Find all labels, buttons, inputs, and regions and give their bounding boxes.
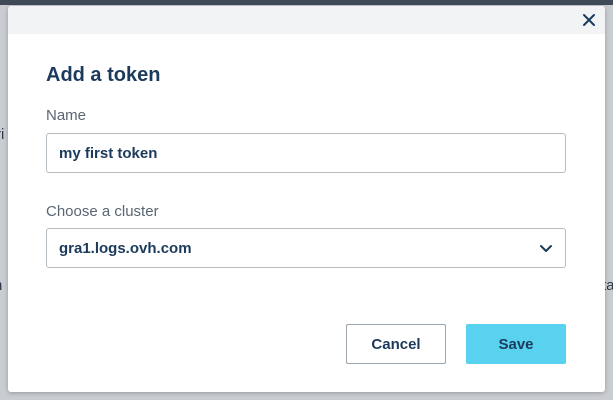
cluster-select[interactable]: gra1.logs.ovh.com <box>46 228 566 268</box>
modal-title: Add a token <box>46 64 161 86</box>
cancel-button[interactable]: Cancel <box>346 324 446 364</box>
name-input-value: my first token <box>59 145 158 162</box>
background-text-fragment: ri <box>0 126 5 143</box>
modal-header <box>8 6 605 34</box>
close-icon[interactable] <box>581 12 597 28</box>
add-token-modal: Add a token Name my first token Choose a… <box>8 6 605 392</box>
cluster-field-label: Choose a cluster <box>46 203 159 220</box>
name-input[interactable]: my first token <box>46 133 566 173</box>
name-field-label: Name <box>46 107 87 124</box>
save-button[interactable]: Save <box>466 324 566 364</box>
cluster-select-value: gra1.logs.ovh.com <box>59 240 192 257</box>
chevron-down-icon <box>539 241 553 255</box>
page-header-bar <box>0 0 613 5</box>
background-text-fragment: n <box>0 277 2 294</box>
